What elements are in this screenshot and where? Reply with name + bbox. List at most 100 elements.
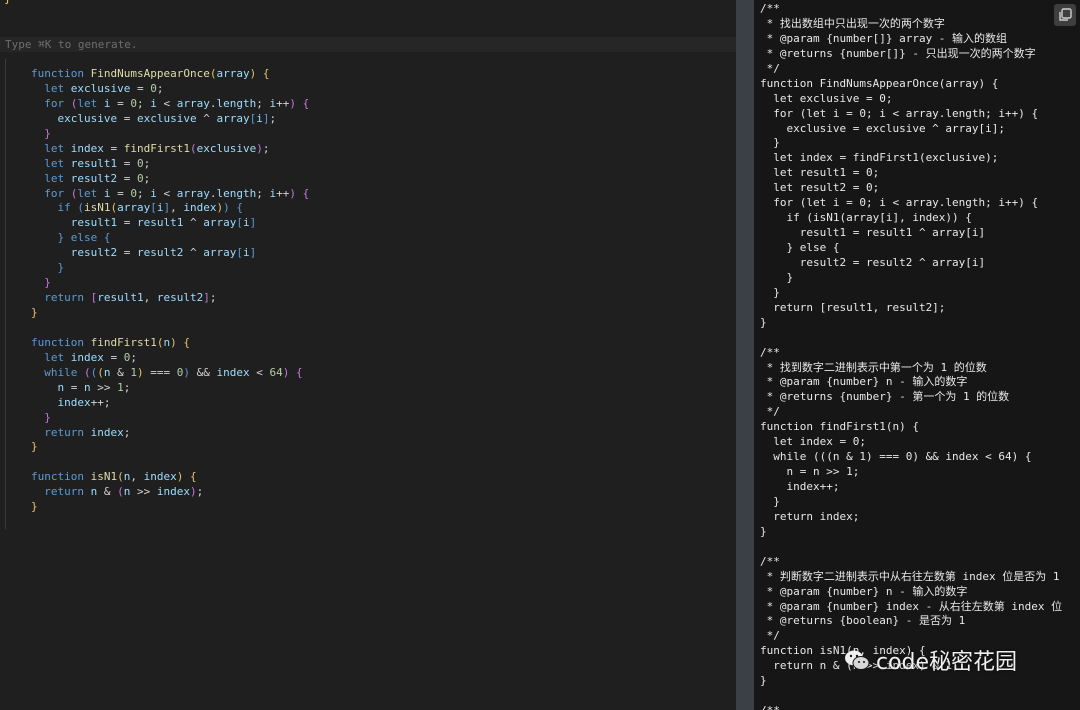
generated-code-line: * @param {number} index - 从右往左数第 index 位 bbox=[760, 599, 1063, 613]
code-token: array bbox=[203, 246, 237, 260]
editor-code-line: } bbox=[31, 127, 309, 142]
editor-code-line: } bbox=[31, 500, 309, 515]
code-token: < bbox=[249, 365, 270, 379]
code-token: = bbox=[117, 171, 137, 185]
code-token: === bbox=[143, 365, 177, 379]
code-token: function bbox=[31, 335, 91, 349]
generated-code-line: * @param {number} n - 输入的数字 bbox=[760, 584, 968, 598]
code-token: 1 bbox=[130, 365, 137, 379]
watermark-text: code秘密花园 bbox=[876, 650, 1018, 675]
code-token: ) { bbox=[289, 186, 310, 200]
panel-divider[interactable] bbox=[736, 0, 754, 710]
editor-code-line: function FindNumsAppearOnce(array) { bbox=[31, 67, 309, 82]
copy-button[interactable] bbox=[1054, 4, 1076, 26]
code-token: < bbox=[156, 96, 177, 110]
code-token: ) { bbox=[176, 470, 197, 484]
code-token: i bbox=[156, 201, 164, 215]
code-token: array bbox=[117, 201, 151, 215]
code-token: ( bbox=[117, 470, 124, 484]
code-token: ++ bbox=[276, 186, 290, 200]
code-token: result2 bbox=[136, 246, 184, 260]
code-token: ; bbox=[262, 141, 270, 155]
editor-code-line: let result2 = 0; bbox=[31, 172, 309, 187]
editor-code-line: function findFirst1(n) { bbox=[31, 336, 309, 351]
code-token: return bbox=[44, 291, 91, 305]
editor-code-line: } bbox=[31, 440, 309, 455]
generated-code-line: } bbox=[760, 524, 767, 538]
code-token: index bbox=[156, 485, 190, 499]
code-token: index bbox=[143, 470, 177, 484]
generated-code-line: * @returns {number} - 第一个为 1 的位数 bbox=[760, 390, 1010, 404]
generated-code-line: return [result1, result2]; bbox=[760, 300, 946, 314]
editor-code-line: } bbox=[31, 411, 309, 426]
editor-code-line: let index = findFirst1(exclusive); bbox=[31, 142, 309, 157]
code-token: function bbox=[31, 470, 91, 484]
code-token: ; bbox=[196, 485, 204, 499]
code-token: let bbox=[44, 171, 71, 185]
generated-code-line: * @returns {number[]} - 只出现一次的两个数字 bbox=[760, 46, 1036, 60]
editor-code-line: } bbox=[31, 261, 309, 276]
code-editor[interactable]: } Type ⌘K to generate. function FindNums… bbox=[0, 0, 736, 710]
generated-code-line: exclusive = exclusive ^ array[i]; bbox=[760, 121, 1006, 135]
generated-code-line bbox=[760, 540, 1062, 555]
code-token: ( bbox=[117, 485, 124, 499]
generated-code-line: index++; bbox=[760, 480, 840, 493]
code-token: array bbox=[176, 96, 210, 110]
generated-code-line: } bbox=[760, 270, 794, 284]
code-token: result1 bbox=[97, 291, 144, 305]
code-token: } bbox=[44, 276, 51, 290]
code-token: , bbox=[170, 201, 184, 215]
editor-code-line bbox=[31, 321, 309, 336]
code-token: = bbox=[110, 186, 131, 200]
code-token: = bbox=[117, 156, 137, 170]
generated-code-line: let result2 = 0; bbox=[760, 181, 880, 195]
code-token: ; bbox=[209, 291, 217, 305]
code-token: = bbox=[130, 81, 151, 95]
code-token: ; bbox=[143, 171, 151, 185]
code-token: let bbox=[44, 156, 71, 170]
editor-stub-brace: } bbox=[4, 0, 11, 6]
editor-code-line: while (((n & 1) === 0) && index < 64) { bbox=[31, 366, 309, 381]
editor-code-line: } bbox=[31, 276, 309, 291]
generated-code-line: * 找到数字二进制表示中第一个为 1 的位数 bbox=[760, 360, 987, 374]
code-token: array bbox=[203, 216, 237, 230]
code-token: ] bbox=[249, 216, 257, 230]
code-token: for bbox=[44, 186, 71, 200]
generated-code-line: /** bbox=[760, 345, 780, 359]
code-token: 0 bbox=[130, 186, 137, 200]
editor-code-block[interactable]: function FindNumsAppearOnce(array) { let… bbox=[31, 67, 309, 515]
code-token: i bbox=[242, 216, 250, 230]
generated-code-panel: /** * 找出数组中只出现一次的两个数字 * @param {number[]… bbox=[754, 0, 1080, 710]
generated-code-line: * 找出数组中只出现一次的两个数字 bbox=[760, 16, 945, 30]
generated-code-line bbox=[760, 689, 1062, 704]
editor-code-line: if (isN1(array[i], index)) { bbox=[31, 201, 309, 216]
editor-code-line: exclusive = exclusive ^ array[i]; bbox=[31, 112, 309, 127]
code-token: & bbox=[110, 365, 131, 379]
code-token: isN1 bbox=[84, 201, 111, 215]
code-token: length bbox=[216, 186, 257, 200]
generated-code-line: if (isN1(array[i], index)) { bbox=[760, 211, 972, 225]
code-token: i bbox=[150, 186, 157, 200]
wechat-icon bbox=[845, 650, 870, 670]
generate-prompt-input[interactable]: Type ⌘K to generate. bbox=[5, 37, 137, 52]
code-token: return bbox=[44, 485, 91, 499]
code-token: ) bbox=[256, 141, 263, 155]
generated-code-line: * @returns {boolean} - 是否为 1 bbox=[760, 614, 966, 628]
code-token: index bbox=[70, 141, 104, 155]
generated-code-line: function FindNumsAppearOnce(array) { bbox=[760, 76, 999, 90]
code-token: ^ bbox=[183, 216, 204, 230]
editor-code-line: return n & (n >> index); bbox=[31, 485, 309, 500]
generated-code-line: */ bbox=[760, 629, 780, 643]
generated-code-line: /** bbox=[760, 554, 780, 568]
editor-code-line: } else { bbox=[31, 231, 309, 246]
generated-code-block: /** * 找出数组中只出现一次的两个数字 * @param {number[]… bbox=[760, 2, 1062, 710]
code-token: i bbox=[150, 96, 157, 110]
